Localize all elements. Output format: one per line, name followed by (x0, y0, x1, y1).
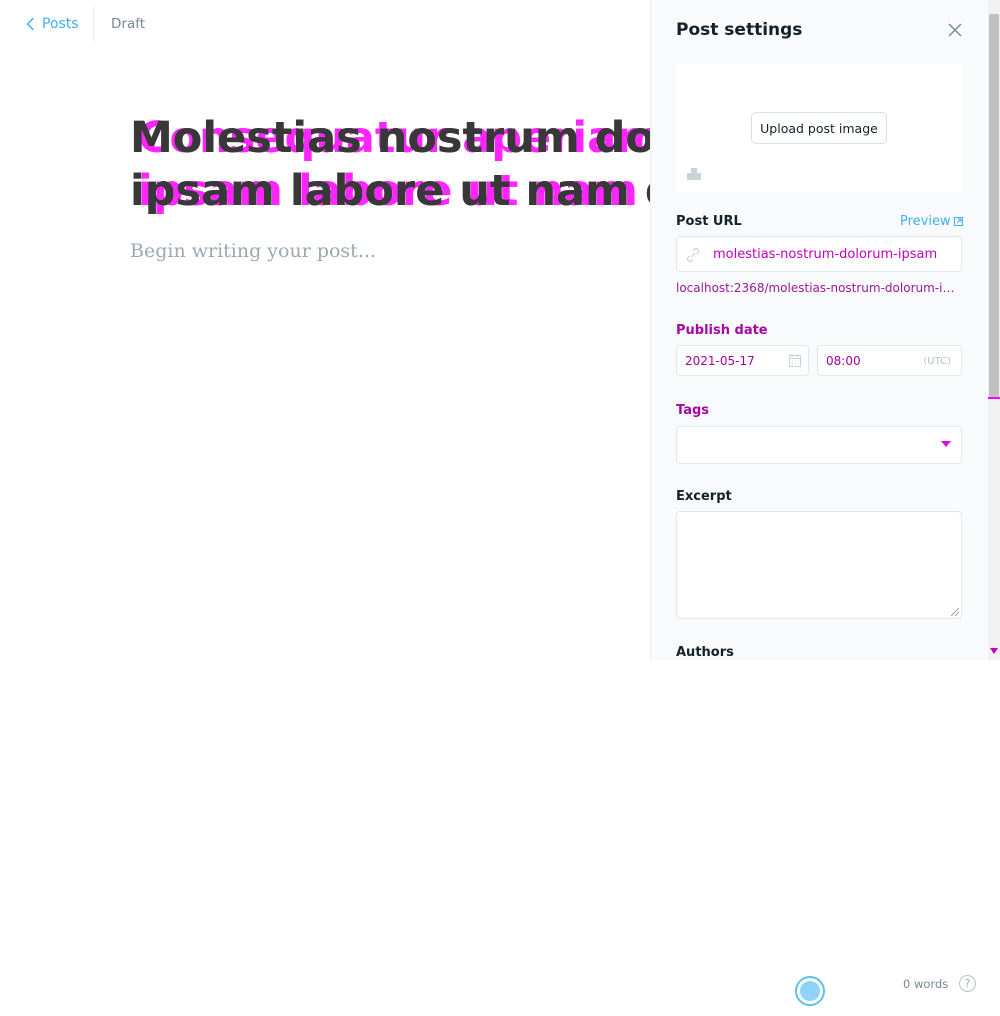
image-icon (687, 168, 701, 180)
post-title-input[interactable]: Consequatur aperiam voluptat ipsam labor… (130, 112, 650, 224)
status-indicator-button[interactable] (795, 976, 825, 1006)
tags-select[interactable] (676, 426, 962, 464)
time-value: 08:00 (826, 354, 861, 368)
scrollbar-thumb[interactable] (989, 14, 999, 398)
post-url-label: Post URL (676, 214, 742, 229)
scroll-down-icon[interactable] (990, 648, 998, 654)
title-line-1: Molestias nostrum dolorum (130, 113, 650, 163)
publish-date-label: Publish date (676, 323, 768, 338)
close-icon[interactable] (947, 22, 963, 38)
title-line-2: ipsam labore ut nam qui (130, 166, 650, 216)
post-settings-panel: Post settings Upload post image Post URL… (650, 0, 1000, 660)
resize-handle-icon[interactable] (951, 608, 959, 616)
date-value: 2021-05-17 (685, 354, 755, 368)
post-status: Draft (111, 16, 146, 32)
word-count: 0 words (903, 977, 949, 991)
post-body-editor[interactable]: Begin writing your post... (130, 240, 376, 262)
external-link-icon (953, 217, 963, 226)
chevron-left-icon (26, 17, 34, 31)
tags-label: Tags (676, 403, 710, 418)
panel-title: Post settings (676, 20, 803, 40)
caret-down-icon (941, 441, 951, 447)
help-icon[interactable]: ? (959, 975, 976, 992)
feature-image-area[interactable]: Upload post image (676, 64, 962, 192)
calendar-icon (789, 354, 801, 367)
authors-label: Authors (676, 645, 734, 660)
back-to-posts-link[interactable]: Posts (26, 16, 79, 32)
publish-date-input[interactable]: 2021-05-17 (676, 345, 809, 376)
upload-image-button[interactable]: Upload post image (751, 112, 887, 144)
preview-link[interactable]: Preview (900, 214, 963, 229)
scrollbar-marker (988, 397, 1000, 399)
full-url-text: localhost:2368/molestias-nostrum-dolorum… (676, 281, 956, 295)
slug-value: molestias-nostrum-dolorum-ipsam (713, 247, 938, 262)
post-url-input[interactable]: molestias-nostrum-dolorum-ipsam (676, 236, 962, 272)
publish-time-input[interactable]: 08:00 (UTC) (817, 345, 962, 376)
preview-label: Preview (900, 214, 951, 229)
excerpt-textarea[interactable] (676, 511, 962, 619)
divider (93, 6, 94, 42)
link-icon (686, 248, 700, 262)
back-label: Posts (42, 16, 79, 32)
status-dot (800, 981, 820, 1001)
excerpt-label: Excerpt (676, 489, 732, 504)
timezone-label: (UTC) (923, 356, 951, 367)
